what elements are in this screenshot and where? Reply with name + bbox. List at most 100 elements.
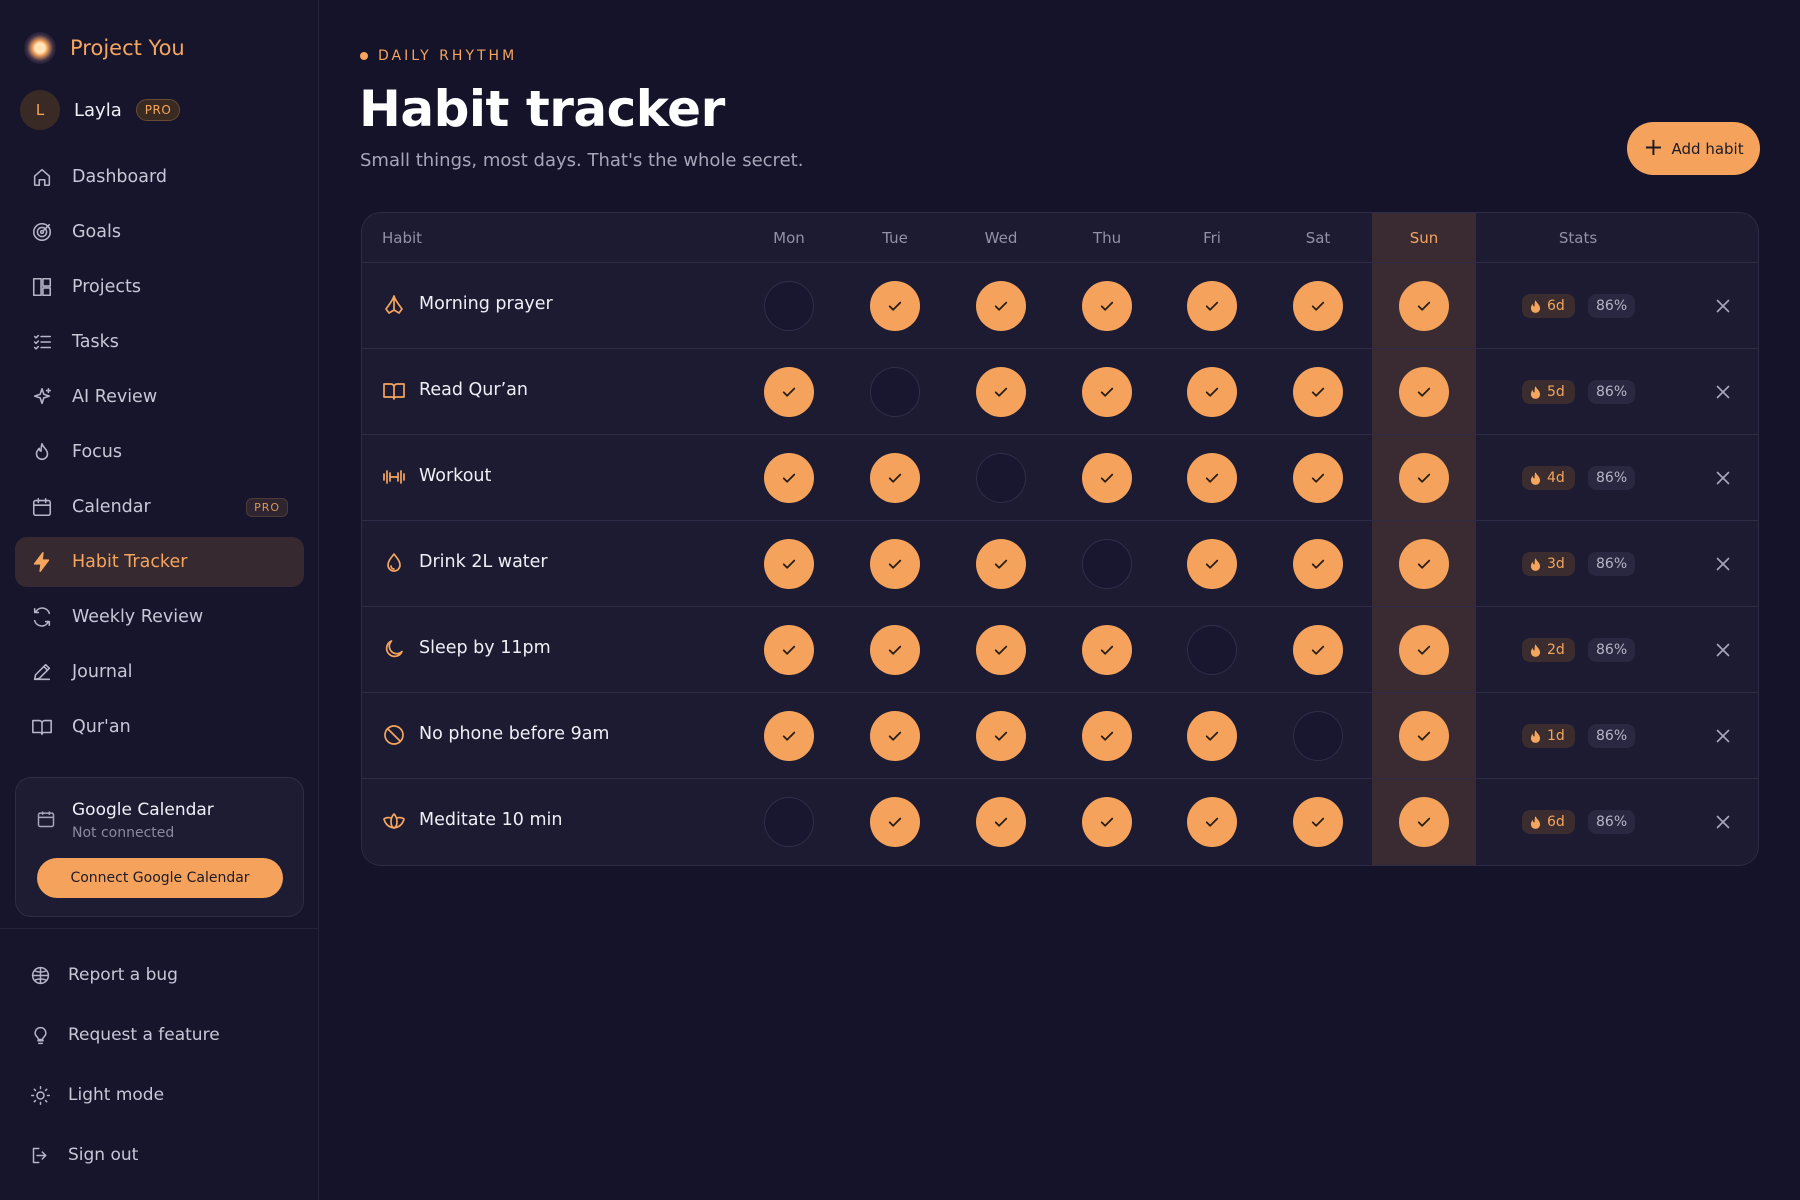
check-icon — [1203, 297, 1221, 315]
sidebar-item-ai-review[interactable]: AI Review — [15, 372, 304, 422]
day-toggle-fri[interactable] — [1187, 453, 1237, 503]
sidebar-item-tasks[interactable]: Tasks — [15, 317, 304, 367]
day-toggle-wed[interactable] — [976, 539, 1026, 589]
day-toggle-sat[interactable] — [1293, 281, 1343, 331]
day-toggle-thu[interactable] — [1082, 625, 1132, 675]
day-toggle-sat[interactable] — [1293, 711, 1343, 761]
check-icon — [1098, 727, 1116, 745]
day-toggle-mon[interactable] — [764, 367, 814, 417]
sidebar-item-journal[interactable]: Journal — [15, 647, 304, 697]
day-toggle-wed[interactable] — [976, 797, 1026, 847]
day-toggle-mon[interactable] — [764, 453, 814, 503]
delete-habit-button[interactable] — [1712, 381, 1734, 403]
plus-icon: + — [1643, 133, 1664, 161]
completion-percent: 86% — [1588, 380, 1636, 404]
day-toggle-sun[interactable] — [1399, 625, 1449, 675]
sidebar-item-focus[interactable]: Focus — [15, 427, 304, 477]
day-toggle-sat[interactable] — [1293, 625, 1343, 675]
brand[interactable]: Project You — [24, 32, 185, 64]
day-toggle-sun[interactable] — [1399, 281, 1449, 331]
delete-habit-button[interactable] — [1712, 811, 1734, 833]
day-toggle-mon[interactable] — [764, 797, 814, 847]
sidebar-item-habit-tracker[interactable]: Habit Tracker — [15, 537, 304, 587]
day-toggle-wed[interactable] — [976, 367, 1026, 417]
check-icon — [1203, 813, 1221, 831]
day-toggle-mon[interactable] — [764, 539, 814, 589]
day-toggle-thu[interactable] — [1082, 453, 1132, 503]
check-icon — [992, 727, 1010, 745]
sidebar-item-projects[interactable]: Projects — [15, 262, 304, 312]
day-toggle-sun[interactable] — [1399, 539, 1449, 589]
day-toggle-thu[interactable] — [1082, 711, 1132, 761]
sidebar-item-request-a-feature[interactable]: Request a feature — [28, 1005, 298, 1065]
day-toggle-mon[interactable] — [764, 625, 814, 675]
day-toggle-tue[interactable] — [870, 281, 920, 331]
close-icon — [1716, 815, 1730, 829]
day-toggle-sun[interactable] — [1399, 367, 1449, 417]
delete-habit-button[interactable] — [1712, 725, 1734, 747]
delete-habit-button[interactable] — [1712, 295, 1734, 317]
delete-habit-button[interactable] — [1712, 639, 1734, 661]
day-toggle-fri[interactable] — [1187, 711, 1237, 761]
day-toggle-tue[interactable] — [870, 453, 920, 503]
day-toggle-wed[interactable] — [976, 453, 1026, 503]
eyebrow: DAILY RHYTHM — [360, 48, 517, 64]
column-header-thu: Thu — [1092, 229, 1122, 247]
day-toggle-sat[interactable] — [1293, 539, 1343, 589]
habit-name: Sleep by 11pm — [419, 638, 551, 658]
table-row: Morning prayer 6d 86% — [362, 263, 1758, 349]
eyebrow-label: DAILY RHYTHM — [378, 48, 518, 64]
day-toggle-fri[interactable] — [1187, 797, 1237, 847]
sidebar-item-light-mode[interactable]: Light mode — [28, 1065, 298, 1125]
day-toggle-wed[interactable] — [976, 711, 1026, 761]
day-toggle-tue[interactable] — [870, 711, 920, 761]
day-toggle-tue[interactable] — [870, 539, 920, 589]
user-profile[interactable]: L Layla PRO — [20, 90, 181, 130]
check-icon — [1415, 813, 1433, 831]
day-toggle-fri[interactable] — [1187, 281, 1237, 331]
check-icon — [1309, 469, 1327, 487]
sidebar-item-report-a-bug[interactable]: Report a bug — [28, 945, 298, 1005]
pro-badge: PRO — [135, 99, 181, 121]
sidebar-item-goals[interactable]: Goals — [15, 207, 304, 257]
delete-habit-button[interactable] — [1712, 553, 1734, 575]
day-toggle-fri[interactable] — [1187, 367, 1237, 417]
day-toggle-fri[interactable] — [1187, 625, 1237, 675]
sidebar-item-dashboard[interactable]: Dashboard — [15, 152, 304, 202]
pro-badge: PRO — [246, 497, 288, 517]
completion-percent: 86% — [1588, 552, 1636, 576]
day-toggle-fri[interactable] — [1187, 539, 1237, 589]
day-toggle-sat[interactable] — [1293, 367, 1343, 417]
delete-habit-button[interactable] — [1712, 467, 1734, 489]
day-toggle-wed[interactable] — [976, 281, 1026, 331]
connect-google-calendar-button[interactable]: Connect Google Calendar — [37, 858, 283, 898]
sidebar-item-qur-an[interactable]: Qur'an — [15, 702, 304, 752]
day-toggle-wed[interactable] — [976, 625, 1026, 675]
day-toggle-mon[interactable] — [764, 711, 814, 761]
day-toggle-mon[interactable] — [764, 281, 814, 331]
column-header-mon: Mon — [773, 229, 805, 247]
flame-icon — [1530, 471, 1541, 485]
check-icon — [1098, 813, 1116, 831]
habit-name: Drink 2L water — [419, 552, 548, 572]
day-toggle-tue[interactable] — [870, 367, 920, 417]
day-toggle-sun[interactable] — [1399, 711, 1449, 761]
sidebar-item-sign-out[interactable]: Sign out — [28, 1125, 298, 1185]
add-habit-button[interactable]: + Add habit — [1627, 122, 1760, 175]
day-toggle-sat[interactable] — [1293, 797, 1343, 847]
sidebar-item-label: Report a bug — [68, 965, 178, 985]
day-toggle-tue[interactable] — [870, 625, 920, 675]
day-toggle-tue[interactable] — [870, 797, 920, 847]
day-toggle-sun[interactable] — [1399, 453, 1449, 503]
day-toggle-thu[interactable] — [1082, 281, 1132, 331]
sidebar-item-weekly-review[interactable]: Weekly Review — [15, 592, 304, 642]
sidebar-item-label: Calendar — [72, 497, 151, 517]
sidebar-item-calendar[interactable]: Calendar PRO — [15, 482, 304, 532]
day-toggle-thu[interactable] — [1082, 539, 1132, 589]
day-toggle-thu[interactable] — [1082, 797, 1132, 847]
day-toggle-sun[interactable] — [1399, 797, 1449, 847]
brand-name: Project You — [70, 36, 185, 60]
day-toggle-sat[interactable] — [1293, 453, 1343, 503]
day-toggle-thu[interactable] — [1082, 367, 1132, 417]
close-icon — [1716, 471, 1730, 485]
